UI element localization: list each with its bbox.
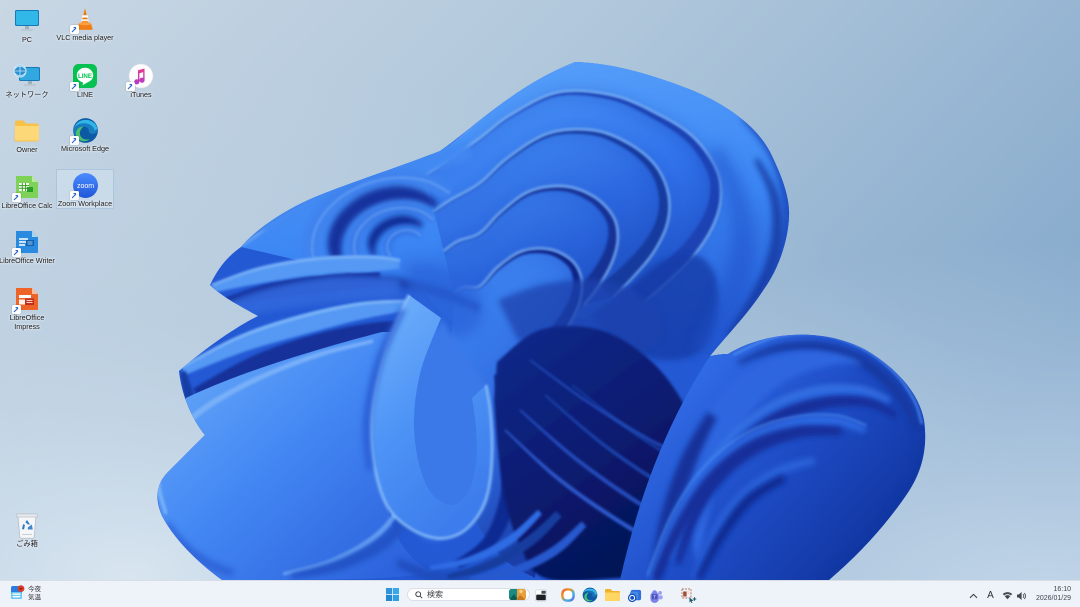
svg-text:zoom: zoom xyxy=(76,183,93,190)
svg-text:LINE: LINE xyxy=(78,73,92,80)
svg-text:T: T xyxy=(653,594,656,599)
